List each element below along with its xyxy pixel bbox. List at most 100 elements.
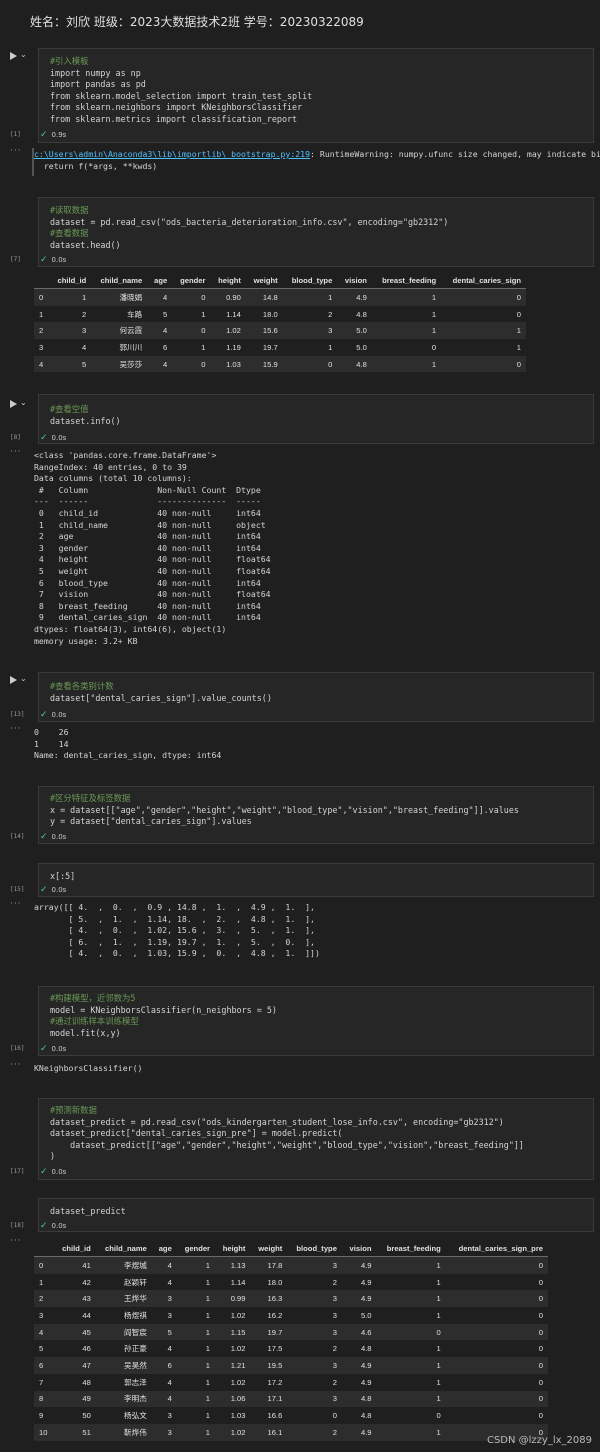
file-link[interactable]: c:\Users\admin\Anaconda3\lib\importlib\_… (34, 149, 310, 159)
table-cell: 4.6 (360, 1327, 372, 1337)
table-cell: 5.0 (356, 342, 367, 352)
code-cell-15-source[interactable]: x[:5] (50, 871, 75, 883)
table-cell: 1.15 (230, 1327, 246, 1337)
table-cell: 靳烨伟 (124, 1427, 147, 1437)
table-cell: 郭川川 (119, 342, 143, 352)
column-header: vision (349, 1243, 372, 1253)
code-cell-18-source[interactable]: dataset_predict (50, 1206, 126, 1218)
row-index: 4 (39, 359, 44, 369)
more-icon[interactable]: ··· (10, 1060, 22, 1070)
code-cell-8-source[interactable]: #查看空值 dataset.info() (50, 404, 121, 427)
execution-count: [7] (10, 256, 21, 263)
more-icon[interactable]: ··· (10, 146, 22, 156)
column-header: child_name (100, 275, 143, 285)
column-header: dental_caries_sign_pre (458, 1243, 543, 1253)
table-cell: 赵颖轩 (124, 1277, 147, 1287)
table-cell: 18.0 (267, 1277, 283, 1287)
table-cell: 3 (332, 1294, 337, 1304)
table-cell: 3 (332, 1260, 337, 1270)
column-header: breast_feeding (382, 275, 437, 285)
column-header: breast_feeding (386, 1243, 441, 1253)
table-cell: 2 (82, 309, 87, 319)
column-header: gender (180, 275, 206, 285)
more-icon[interactable]: ··· (10, 447, 22, 457)
table-cell: 1 (205, 1327, 211, 1337)
code-cell-14-source[interactable]: #区分特征及标签数据 x = dataset[["age","gender","… (50, 793, 519, 828)
chevron-down-icon[interactable]: ⌄ (20, 50, 27, 59)
table-cell: 0 (431, 342, 437, 352)
more-icon[interactable]: ··· (10, 899, 22, 909)
check-icon: ✓ (40, 885, 48, 895)
run-icon[interactable] (10, 400, 17, 408)
code-cell-7-source[interactable]: #读取数据 dataset = pd.read_csv("ods_bacteri… (50, 205, 448, 251)
table-cell: 0.90 (226, 292, 241, 302)
table-cell: 5 (82, 359, 87, 369)
column-header (34, 1240, 54, 1257)
table-cell: 4 (162, 292, 168, 302)
table-cell: 1 (205, 1411, 211, 1421)
execution-count: [14] (10, 833, 25, 840)
table-cell: 1 (205, 1394, 211, 1404)
cell-status: ✓ 0.0s (40, 710, 67, 720)
table-cell: 1.03 (230, 1411, 246, 1421)
code-cell-1-source[interactable]: #引入模板 import numpy as np import pandas a… (50, 56, 312, 126)
table-cell: 1 (82, 292, 87, 302)
table-cell: 51 (82, 1427, 91, 1437)
table-cell: 吴莎莎 (119, 359, 143, 369)
code-cell-17-source[interactable]: #预测新数据 dataset_predict = pd.read_csv("od… (50, 1105, 524, 1163)
code-cell-15[interactable] (38, 863, 594, 897)
table-cell: 1 (201, 309, 206, 319)
column-header: vision (344, 275, 367, 285)
table-cell: 5.0 (356, 326, 367, 336)
table-cell: 4.9 (360, 1377, 372, 1387)
table-cell: 4 (162, 326, 168, 336)
table-row: 7 48 郭志泽 4 1 1.02 17.2 2 4.9 1 0 (34, 1373, 548, 1391)
table-cell: 1 (436, 1360, 441, 1370)
table-cell: 45 (82, 1327, 91, 1337)
table-cell: 阎智宸 (124, 1327, 147, 1337)
run-icon[interactable] (10, 676, 17, 684)
code-cell-16-source[interactable]: #构建模型，近邻数为5 model = KNeighborsClassifier… (50, 993, 277, 1039)
table-cell: 14.8 (262, 292, 278, 302)
table-cell: 孙正豪 (124, 1344, 147, 1354)
table-cell: 1.21 (230, 1360, 246, 1370)
table-cell: 16.2 (267, 1310, 283, 1320)
table-cell: 杨煜祺 (124, 1310, 147, 1320)
table-row: 9 50 杨弘文 3 1 1.03 16.6 0 4.8 0 0 (34, 1407, 548, 1424)
table-cell: 42 (82, 1277, 91, 1287)
table-cell: 3 (167, 1427, 172, 1437)
table-row: 1 42 赵颖轩 4 1 1.14 18.0 2 4.9 1 0 (34, 1273, 548, 1291)
table-row: 0 1 潘晓娟 4 0 0.90 14.8 1 4.9 1 0 (34, 288, 526, 306)
table-cell: 16.1 (267, 1427, 283, 1437)
code-cell-13-source[interactable]: #查看各类别计数 dataset["dental_caries_sign"].v… (50, 681, 272, 704)
row-index: 0 (39, 1260, 44, 1270)
table-cell: 4.9 (360, 1277, 372, 1287)
table-cell: 3 (167, 1294, 172, 1304)
table-cell: 0 (538, 1394, 543, 1404)
table-cell: 0 (201, 359, 206, 369)
table-cell: 16.6 (267, 1411, 283, 1421)
row-index: 2 (39, 326, 44, 336)
table-cell: 50 (82, 1411, 91, 1421)
table-cell: 4 (167, 1277, 172, 1287)
table-cell: 1.13 (230, 1260, 246, 1270)
table-cell: 3 (332, 1310, 337, 1320)
chevron-down-icon[interactable]: ⌄ (20, 674, 27, 683)
table-cell: 0 (332, 1411, 337, 1421)
table-cell: 1 (205, 1277, 211, 1287)
table-cell: 0 (538, 1327, 543, 1337)
table-cell: 1 (436, 1427, 441, 1437)
more-icon[interactable]: ··· (10, 724, 22, 734)
column-header: gender (184, 1243, 211, 1253)
run-icon[interactable] (10, 52, 17, 60)
column-header: height (218, 275, 241, 285)
table-cell: 1 (516, 326, 521, 336)
chevron-down-icon[interactable]: ⌄ (20, 398, 27, 407)
table-cell: 1.03 (226, 359, 241, 369)
table-cell: 1 (205, 1344, 211, 1354)
more-icon[interactable]: ··· (10, 1236, 22, 1246)
code-cell-8[interactable] (38, 394, 594, 444)
csdn-watermark: CSDN @lzzy_lx_2089 (486, 1435, 592, 1446)
column-header: age (158, 1243, 172, 1253)
row-index: 1 (39, 309, 44, 319)
